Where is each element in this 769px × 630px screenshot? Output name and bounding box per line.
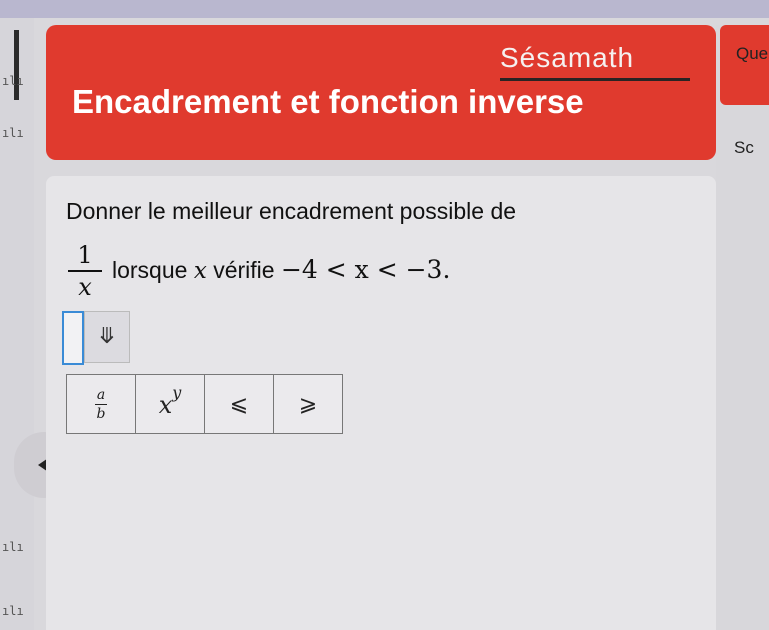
- right-tab-label[interactable]: Que: [736, 44, 768, 64]
- left-rail: [0, 18, 34, 630]
- top-strip: [0, 0, 769, 18]
- answer-input[interactable]: [62, 311, 84, 365]
- rail-signal-icon: ılı: [2, 126, 24, 140]
- fraction-key-bar: [95, 403, 107, 405]
- rail-signal-icon: ılı: [2, 604, 24, 618]
- exercise-panel: Donner le meilleur encadrement possible …: [46, 176, 716, 630]
- fraction-key-top: a: [96, 386, 106, 403]
- geq-key[interactable]: ⩾: [274, 375, 342, 433]
- rail-signal-icon: ılı: [2, 74, 24, 88]
- condition-prefix: lorsque: [112, 257, 188, 283]
- condition-text: lorsque x vérifie −4 < x < −3.: [112, 255, 450, 284]
- condition-math: −4 < x < −3.: [280, 255, 451, 284]
- power-key-exponent: y: [172, 383, 182, 402]
- fraction-key-bottom: b: [96, 405, 106, 422]
- condition-suffix: vérifie: [213, 257, 275, 283]
- math-keypad: a b xy ⩽ ⩾: [66, 374, 343, 434]
- power-key-base: x: [158, 391, 173, 419]
- right-tab[interactable]: [720, 25, 769, 105]
- fraction-denominator: x: [78, 273, 92, 301]
- fraction: 1 x: [68, 242, 102, 300]
- rail-signal-icon: ılı: [2, 540, 24, 554]
- right-panel-label[interactable]: Sc: [734, 138, 754, 158]
- fraction-bar: [68, 270, 102, 272]
- rail-bar: [14, 30, 19, 100]
- leq-key[interactable]: ⩽: [205, 375, 274, 433]
- fraction-key[interactable]: a b: [67, 375, 136, 433]
- fraction-numerator: 1: [77, 241, 93, 269]
- header-banner: Sésamath Encadrement et fonction inverse: [46, 25, 716, 160]
- question-text: Donner le meilleur encadrement possible …: [66, 198, 517, 224]
- brand-underline: [500, 78, 690, 81]
- page-title: Encadrement et fonction inverse: [72, 83, 584, 120]
- brand-logo: Sésamath: [500, 42, 635, 73]
- right-panel: [716, 25, 769, 630]
- power-key[interactable]: xy: [136, 375, 205, 433]
- condition-variable: x: [193, 258, 207, 284]
- answer-dropdown-button[interactable]: ⤋: [84, 311, 130, 363]
